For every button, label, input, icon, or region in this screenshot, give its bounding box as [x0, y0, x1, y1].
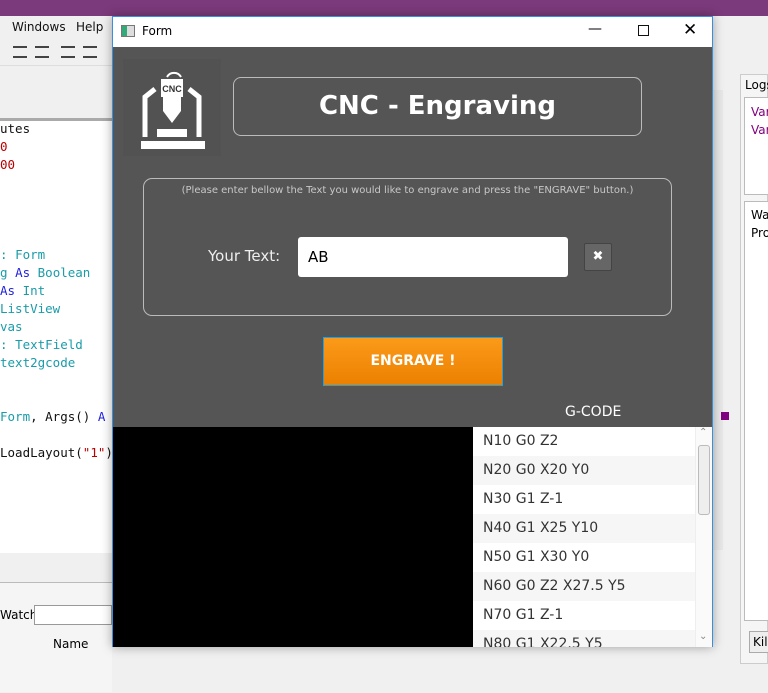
log-line: Wai: [751, 208, 768, 222]
scroll-down-icon[interactable]: ⌄: [699, 631, 707, 642]
code-line: : Form: [0, 247, 45, 262]
code-line: LoadLayout("1"): [0, 445, 113, 460]
menu-windows[interactable]: Windows: [12, 20, 66, 34]
gcode-row[interactable]: N70 G1 Z-1: [473, 601, 712, 630]
gcode-label: G-CODE: [565, 404, 622, 420]
code-line: vas: [0, 319, 23, 334]
log-line: Vari: [751, 105, 768, 119]
form-window: Form — ✕ CNC CNC - Engraving (Please ent…: [112, 16, 713, 647]
editor-scrollbar[interactable]: [713, 90, 723, 550]
input-panel: (Please enter bellow the Text you would …: [143, 178, 672, 316]
code-token: :: [0, 337, 16, 352]
text-input[interactable]: [298, 237, 568, 277]
preview-canvas: [113, 427, 473, 647]
code-line: text2gcode: [0, 355, 75, 370]
gcode-list[interactable]: N10 G0 Z2 N20 G0 X20 Y0 N30 G1 Z-1 N40 G1 X…: [473, 427, 712, 647]
list-scrollbar[interactable]: ⌃ ⌄: [695, 427, 712, 647]
ide-title-bar: [0, 0, 768, 16]
code-token: Form: [15, 247, 46, 262]
logs-title: Logs: [745, 78, 768, 92]
log-line: Vari: [751, 123, 768, 137]
window-title-bar: Form — ✕: [113, 17, 712, 47]
code-token: Int: [22, 283, 46, 298]
log-line: Pro: [751, 226, 768, 240]
code-line: As Int: [0, 283, 45, 298]
logs-panel: Logs Vari Vari Wai Pro Kill: [740, 74, 768, 664]
heading: CNC - Engraving: [233, 77, 642, 136]
engrave-button[interactable]: ENGRAVE !: [323, 337, 503, 386]
watch-panel: Watch: Name: [0, 582, 112, 692]
indent-icon[interactable]: [13, 46, 27, 58]
code-line: : TextField: [0, 337, 83, 352]
code-token: text2gcode: [0, 355, 76, 370]
code-token: , Args(): [30, 409, 98, 424]
code-line: g As Boolean: [0, 265, 90, 280]
code-token: TextField: [15, 337, 83, 352]
close-button[interactable]: ✕: [683, 20, 697, 40]
code-token: utes: [0, 121, 31, 136]
code-token: g: [0, 265, 16, 280]
code-token: Form: [0, 409, 31, 424]
scroll-up-icon[interactable]: ⌃: [699, 427, 707, 438]
code-token: vas: [0, 319, 23, 334]
gcode-row[interactable]: N40 G1 X25 Y10: [473, 514, 712, 543]
code-token: As: [15, 265, 38, 280]
numbered-list-icon[interactable]: [35, 46, 49, 58]
code-token: A: [97, 409, 106, 424]
text-label: Your Text:: [208, 247, 281, 265]
scroll-thumb[interactable]: [698, 445, 710, 515]
code-line: 0: [0, 139, 8, 154]
menu-help[interactable]: Help: [76, 20, 103, 34]
instruction-text: (Please enter bellow the Text you would …: [181, 185, 634, 196]
code-token: As: [0, 283, 23, 298]
maximize-button[interactable]: [638, 25, 649, 36]
code-token: :: [0, 247, 16, 262]
cnc-logo: CNC: [123, 59, 221, 156]
code-token: LoadLayout(: [0, 445, 83, 460]
code-line: ListView: [0, 301, 60, 316]
gcode-row[interactable]: N60 G0 Z2 X27.5 Y5: [473, 572, 712, 601]
clear-button[interactable]: ✖: [584, 243, 612, 271]
app-icon: [121, 25, 135, 37]
code-token: "1": [82, 445, 106, 460]
gcode-row[interactable]: N30 G1 Z-1: [473, 485, 712, 514]
gcode-row[interactable]: N20 G0 X20 Y0: [473, 456, 712, 485]
window-title: Form: [142, 24, 173, 38]
code-line: utes: [0, 121, 30, 136]
name-column-header: Name: [53, 637, 89, 651]
svg-text:CNC: CNC: [162, 84, 182, 94]
code-token: 00: [0, 157, 16, 172]
code-token: Boolean: [37, 265, 91, 280]
outdent-icon[interactable]: [61, 46, 75, 58]
code-line: Form, Args() A: [0, 409, 105, 424]
gcode-row[interactable]: N10 G0 Z2: [473, 427, 712, 456]
minimize-button[interactable]: —: [588, 21, 602, 37]
indent-more-icon[interactable]: [83, 46, 97, 58]
gcode-row[interactable]: N50 G1 X30 Y0: [473, 543, 712, 572]
code-editor[interactable]: utes 0 00: Form g As Boolean As Int ListView v…: [0, 118, 113, 553]
code-token: ListView: [0, 301, 61, 316]
marker: [721, 412, 729, 420]
code-line: 00: [0, 157, 15, 172]
watch-input[interactable]: [34, 605, 112, 625]
gcode-row[interactable]: N80 G1 X22.5 Y5: [473, 630, 712, 647]
code-token: 0: [0, 139, 8, 154]
kill-button[interactable]: Kill: [749, 631, 768, 653]
